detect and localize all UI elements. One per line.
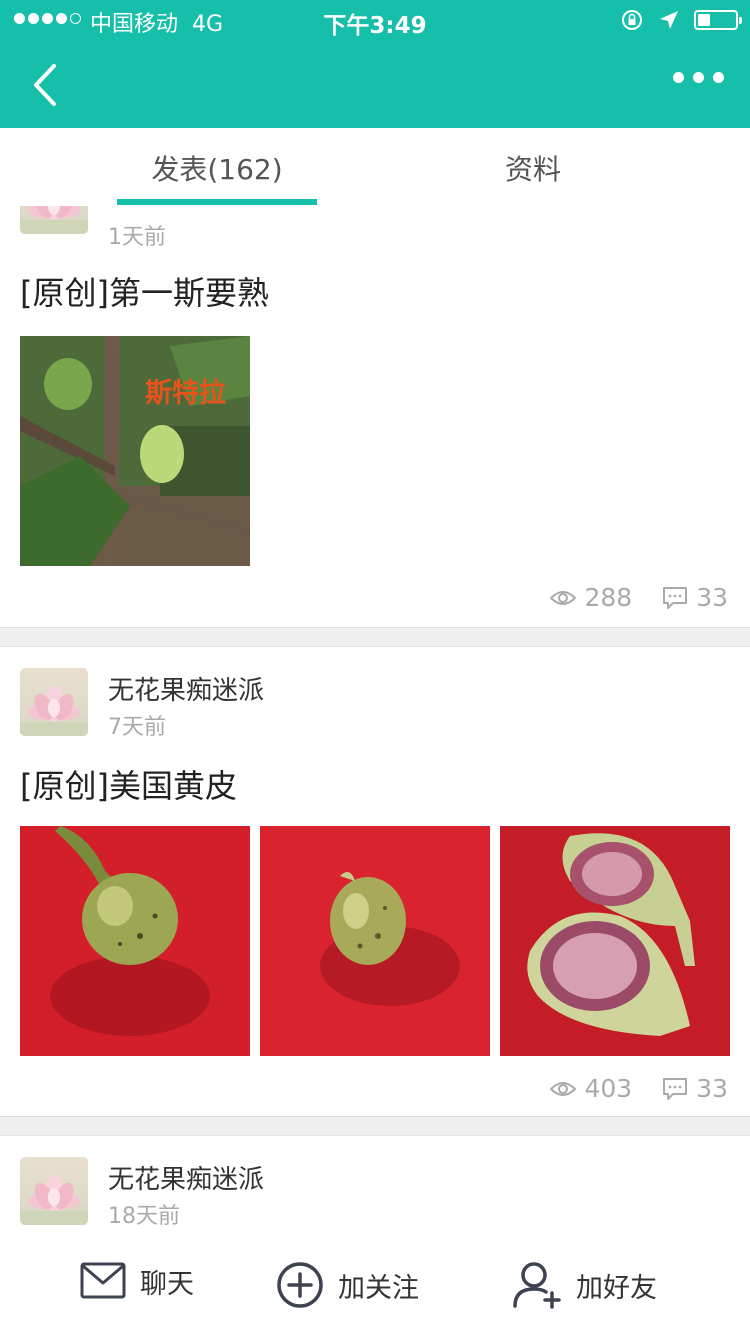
more-options-button[interactable]: [673, 72, 724, 83]
post-card[interactable]: 无花果痴迷派 7天前 [原创]美国黄皮 403 33: [0, 647, 750, 1116]
post-stats: 403 33: [550, 1074, 728, 1103]
avatar[interactable]: [20, 1157, 88, 1225]
active-tab-indicator: [117, 199, 317, 205]
bottom-action-bar: 聊天 加关注 加好友: [0, 1241, 750, 1334]
status-bar: 中国移动 4G 下午3:49: [0, 0, 750, 40]
add-friend-button[interactable]: 加好友: [512, 1261, 657, 1309]
post-image[interactable]: [500, 826, 730, 1056]
post-image[interactable]: 斯特拉: [20, 336, 250, 566]
divider: [0, 627, 750, 647]
orientation-lock-icon: [622, 10, 642, 30]
chat-label: 聊天: [140, 1268, 194, 1300]
avatar[interactable]: [20, 668, 88, 736]
view-count: 288: [584, 583, 633, 612]
comment-count: 33: [696, 583, 728, 612]
post-image[interactable]: [20, 826, 250, 1056]
author-name[interactable]: 无花果痴迷派: [108, 1159, 264, 1196]
eye-icon: [550, 1081, 577, 1096]
tab-bar: 发表(162) 资料: [0, 128, 750, 207]
divider: [0, 1116, 750, 1136]
post-time: 1天前: [108, 225, 166, 250]
post-title[interactable]: [原创]美国黄皮: [20, 761, 237, 807]
back-button[interactable]: [28, 60, 68, 110]
post-stats: 288 33: [550, 583, 728, 612]
tab-profile[interactable]: 资料: [408, 148, 658, 188]
image-overlay-text: 斯特拉: [145, 377, 226, 409]
post-time: 18天前: [108, 1204, 180, 1229]
view-count: 403: [584, 1074, 633, 1103]
app-header: 中国移动 4G 下午3:49: [0, 0, 750, 128]
add-user-icon: [513, 1262, 561, 1309]
post-title[interactable]: [原创]第一斯要熟: [20, 268, 269, 314]
author-name[interactable]: 无花果痴迷派: [108, 670, 264, 707]
avatar[interactable]: [20, 206, 88, 234]
more-dots-icon: [673, 72, 684, 83]
battery-icon: [694, 10, 742, 30]
add-friend-label: 加好友: [576, 1272, 657, 1304]
post-feed[interactable]: 1天前 [原创]第一斯要熟 斯特拉 288 33 无花果痴迷派 7天前 [原创]…: [0, 206, 750, 1241]
add-circle-icon: [277, 1262, 323, 1308]
post-image[interactable]: [260, 826, 490, 1056]
comment-icon: [663, 1077, 688, 1100]
tab-posts[interactable]: 发表(162): [92, 148, 342, 188]
post-card[interactable]: 1天前 [原创]第一斯要熟 斯特拉 288 33: [0, 206, 750, 627]
location-arrow-icon: [660, 11, 678, 29]
follow-button[interactable]: 加关注: [276, 1261, 419, 1309]
post-card[interactable]: 无花果痴迷派 18天前: [0, 1136, 750, 1241]
comment-icon: [663, 586, 688, 609]
post-time: 7天前: [108, 715, 166, 740]
chat-button[interactable]: 聊天: [80, 1261, 194, 1301]
follow-label: 加关注: [338, 1272, 419, 1304]
comment-count: 33: [696, 1074, 728, 1103]
eye-icon: [550, 590, 577, 605]
mail-icon: [80, 1262, 126, 1299]
